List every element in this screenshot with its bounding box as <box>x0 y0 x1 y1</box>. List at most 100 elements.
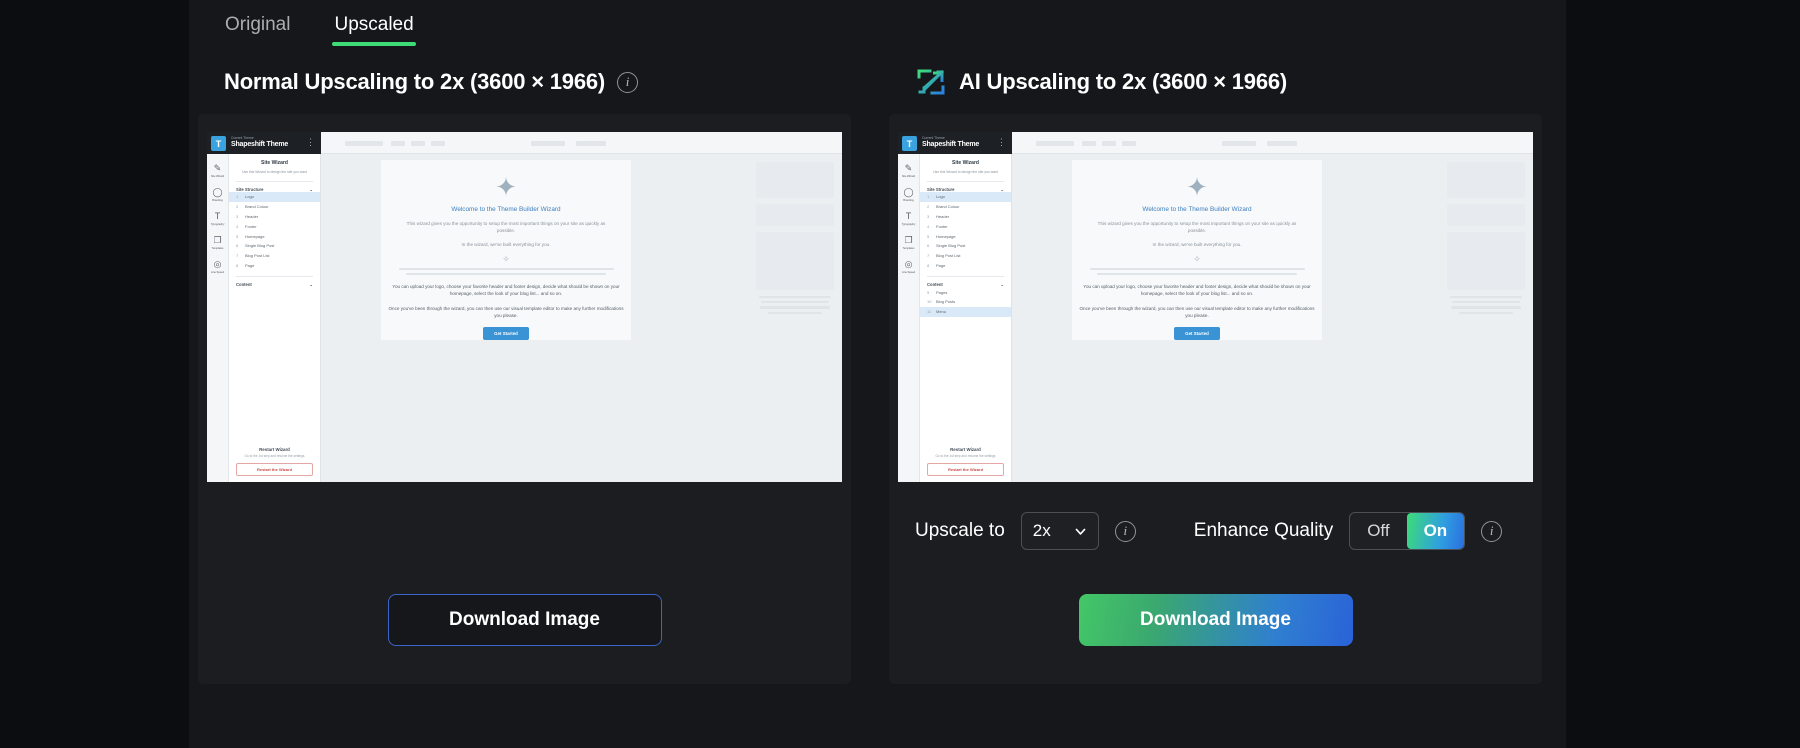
rail-item-templates: ❐ Templates <box>207 235 228 250</box>
preview-canvas: ✦ Welcome to the Theme Builder Wizard Th… <box>321 132 842 482</box>
preview-brand: Shapeshift Theme <box>231 141 289 148</box>
preview-app-screenshot-ai: T Current Theme Shapeshift Theme ⋮ ✎ Sit… <box>898 132 1533 482</box>
upscale-info-icon[interactable]: i <box>1114 520 1136 542</box>
rail-label: Site Wizard <box>901 174 916 178</box>
download-image-button-normal[interactable]: Download Image <box>387 594 662 646</box>
rail-label: Branding <box>903 198 914 202</box>
line-speed-icon: ◎ <box>213 259 222 269</box>
wand-icon: ✎ <box>904 163 913 173</box>
panel-ai-upscaling: AI Upscaling to 2x (3600 × 1966) T Curre… <box>889 62 1542 684</box>
templates-icon: ❐ <box>904 235 913 245</box>
preview-rail: ✎ Site Wizard ◯ Branding T Typography ❐ … <box>898 154 920 482</box>
list-item: 1 Logo <box>229 192 320 202</box>
ai-panel-header: AI Upscaling to 2x (3600 × 1966) <box>889 62 1542 102</box>
app-root: Original Upscaled Normal Upscaling to 2x… <box>0 0 1800 748</box>
normal-panel-title: Normal Upscaling to 2x (3600 × 1966) <box>224 69 606 94</box>
info-icon[interactable]: i <box>617 71 639 93</box>
preview-app-screenshot: T Current Theme Shapeshift Theme ⋮ ✎ Sit… <box>207 132 842 482</box>
preview-sidebar: Site Wizard Use this Wizard to design th… <box>920 154 1012 482</box>
rail-item-line-speed: ◎ Line Speed <box>207 259 228 274</box>
upscale-to-label: Upscale to <box>915 520 1005 541</box>
rail-label: Line Speed <box>901 270 916 274</box>
restart-wizard-button: Restart the Wizard <box>236 463 313 476</box>
normal-panel-header: Normal Upscaling to 2x (3600 × 1966) i <box>198 62 851 102</box>
get-started-button: Get Started <box>1174 327 1220 341</box>
get-started-button: Get Started <box>483 327 529 341</box>
rail-label: Templates <box>211 246 224 250</box>
tab-original[interactable]: Original <box>223 10 292 48</box>
enhance-on-option[interactable]: On <box>1406 513 1465 549</box>
restart-subtitle: Go to the 1st step and resume the settin… <box>244 454 305 459</box>
tab-original-label: Original <box>225 14 291 35</box>
enhance-info-icon[interactable]: i <box>1481 520 1503 542</box>
divider <box>236 276 313 278</box>
download-label: Download Image <box>449 609 600 630</box>
tab-underline-active <box>332 42 416 46</box>
download-label: Download Image <box>1140 609 1291 630</box>
wizard-heading: Welcome to the Theme Builder Wizard <box>1142 206 1252 213</box>
list-item: 7 Blog Post List <box>927 253 961 259</box>
restart-title: Restart Wizard <box>950 447 981 453</box>
magic-wand-icon: ✦ <box>495 172 517 202</box>
preview-sidebar-title: Site Wizard <box>952 160 979 166</box>
list-item: 5 Homepage <box>236 233 265 239</box>
preview-sidebar-title: Site Wizard <box>261 160 288 166</box>
preview-logo-icon: T <box>211 136 226 151</box>
section-label: Content <box>927 282 943 288</box>
wizard-para-4: Once you've been through the wizard, you… <box>388 306 624 319</box>
list-item: 9 Pages <box>927 289 948 295</box>
preview-brand: Shapeshift Theme <box>922 141 980 148</box>
rail-label: Typography <box>210 222 225 226</box>
restart-wizard-box: Restart Wizard Go to the 1st step and re… <box>920 447 1011 476</box>
list-item: 8 Page <box>927 262 946 268</box>
canvas-sheet: ✦ Welcome to the Theme Builder Wizard Th… <box>1072 160 1322 341</box>
enhance-off-option[interactable]: Off <box>1350 513 1406 549</box>
rail-label: Branding <box>212 198 223 202</box>
view-tabs: Original Upscaled <box>223 10 416 48</box>
section-label: Content <box>236 282 252 288</box>
normal-panel-card: T Current Theme Shapeshift Theme ⋮ ✎ Sit… <box>198 114 851 684</box>
preview-eyebrow: Current Theme <box>922 136 945 140</box>
tab-upscaled-label: Upscaled <box>334 14 414 35</box>
divider <box>927 181 1004 182</box>
restart-wizard-button: Restart the Wizard <box>927 463 1004 476</box>
canvas-sheet: ✦ Welcome to the Theme Builder Wizard Th… <box>381 160 631 341</box>
wizard-para-1: This wizard gives you the opportunity to… <box>406 221 606 233</box>
list-item: 4 Footer <box>236 223 257 229</box>
wizard-para-2: In the wizard, we've built everything fo… <box>461 242 551 247</box>
canvas-right-panel <box>756 162 834 317</box>
rail-item-typography: T Typography <box>898 211 919 226</box>
rail-item-typography: T Typography <box>207 211 228 226</box>
content-stage: Original Upscaled Normal Upscaling to 2x… <box>189 0 1566 748</box>
list-item: 11 Menu <box>920 306 1011 317</box>
list-item: 5 Homepage <box>927 233 956 239</box>
kebab-menu-icon: ⋮ <box>306 137 315 147</box>
list-item: 2 Brand Colour <box>927 204 960 210</box>
wizard-para-4: Once you've been through the wizard, you… <box>1079 306 1315 319</box>
list-item: 3 Header <box>927 213 950 219</box>
restart-wizard-box: Restart Wizard Go to the 1st step and re… <box>229 447 320 476</box>
wizard-para-2: In the wizard, we've built everything fo… <box>1152 242 1242 247</box>
branding-icon: ◯ <box>212 187 223 197</box>
rail-item-branding: ◯ Branding <box>898 187 919 202</box>
typography-icon: T <box>905 211 912 221</box>
preview-eyebrow: Current Theme <box>231 136 254 140</box>
ai-controls-row: Upscale to 2x i Enhance Quality Off On i <box>915 512 1503 550</box>
upscale-factor-value: 2x <box>1032 521 1051 540</box>
normal-preview-image[interactable]: T Current Theme Shapeshift Theme ⋮ ✎ Sit… <box>207 132 842 482</box>
enhance-quality-toggle[interactable]: Off On <box>1349 512 1466 550</box>
rail-item-site-wizard: ✎ Site Wizard <box>898 163 919 178</box>
ai-panel-card: T Current Theme Shapeshift Theme ⋮ ✎ Sit… <box>889 114 1542 684</box>
list-item: 4 Footer <box>927 223 948 229</box>
rail-label: Line Speed <box>210 270 225 274</box>
rail-label: Templates <box>902 246 915 250</box>
templates-icon: ❐ <box>213 235 222 245</box>
ai-preview-image[interactable]: T Current Theme Shapeshift Theme ⋮ ✎ Sit… <box>898 132 1533 482</box>
sparkle-icon: ✧ <box>1193 254 1201 264</box>
ai-panel-title: AI Upscaling to 2x (3600 × 1966) <box>959 69 1288 94</box>
upscale-factor-select[interactable]: 2x <box>1020 512 1099 550</box>
section-label: Site Structure <box>236 187 264 192</box>
divider <box>236 181 313 182</box>
download-image-button-ai[interactable]: Download Image <box>1078 594 1353 646</box>
tab-upscaled[interactable]: Upscaled <box>332 10 416 48</box>
